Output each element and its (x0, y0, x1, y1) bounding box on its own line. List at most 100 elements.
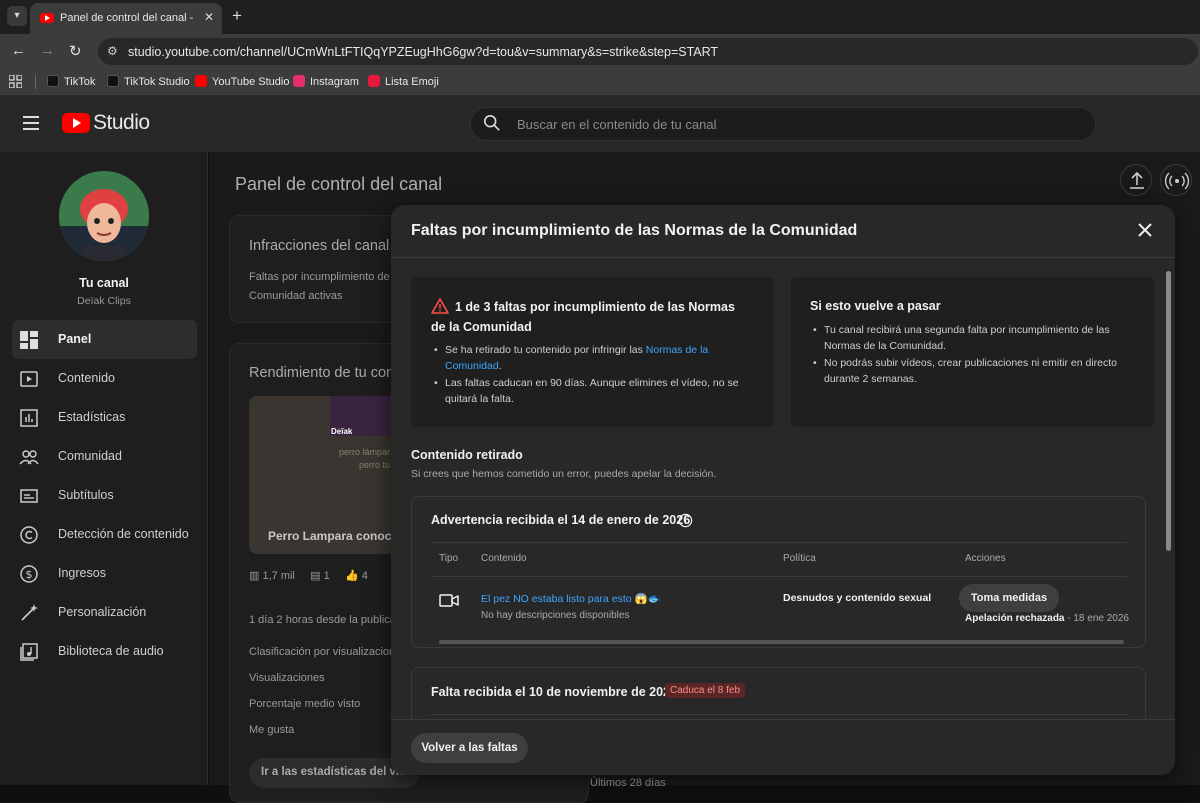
channel-title: Tu canal (79, 276, 129, 290)
consequence-bullet: Tu canal recibirá una segunda falta por … (810, 322, 1140, 354)
site-settings-icon[interactable]: ⚙ (107, 44, 118, 58)
strike-card-title: Falta recibida el 10 de noviembre de 202… (431, 685, 677, 699)
sidebar-item-label: Biblioteca de audio (58, 644, 164, 658)
comments-count: 1 (323, 570, 330, 582)
new-tab-button[interactable]: + (232, 6, 242, 26)
sidebar-item-label: Comunidad (58, 449, 122, 463)
column-header-content: Contenido (481, 553, 527, 564)
search-input[interactable]: Buscar en el contenido de tu canal (470, 107, 1096, 141)
reload-icon[interactable]: ↻ (69, 42, 82, 60)
sidebar-item-subtitulos[interactable]: Subtítulos (12, 476, 197, 515)
sidebar-item-label: Contenido (58, 371, 115, 385)
performance-title: Rendimiento de tu con (249, 365, 395, 381)
comments-icon: ▤ (310, 570, 321, 582)
dialog-scrollbar[interactable] (1166, 265, 1171, 715)
sidebar-item-estadisticas[interactable]: Estadísticas (12, 398, 197, 437)
earn-icon: $ (20, 565, 38, 583)
horizontal-scrollbar[interactable] (439, 640, 1124, 644)
bullet-text: Se ha retirado tu contenido por infringi… (445, 344, 646, 356)
forward-arrow-icon[interactable]: → (40, 42, 55, 59)
page-title: Panel de control del canal (235, 174, 443, 194)
url-text[interactable]: studio.youtube.com/channel/UCmWnLtFTIQqY… (128, 45, 718, 59)
tab-search-chevron-icon[interactable]: ▾ (7, 6, 27, 26)
sidebar-item-comunidad[interactable]: Comunidad (12, 437, 197, 476)
expiry-badge: Caduca el 8 feb (665, 683, 746, 698)
sidebar-item-personalizacion[interactable]: Personalización (12, 593, 197, 632)
column-header-actions: Acciones (965, 553, 1006, 564)
close-icon[interactable] (1135, 220, 1155, 240)
infractions-title: Infracciones del canal (249, 238, 390, 254)
appeal-date: - 18 ene 2026 (1064, 613, 1129, 624)
sidebar-item-label: Subtítulos (58, 488, 114, 502)
table-row: El pez NO estaba listo para esto 😱🐟 No h… (412, 577, 1145, 637)
sidebar-item-label: Personalización (58, 605, 147, 619)
customization-icon (21, 604, 38, 621)
bookmark-tiktok[interactable]: TikTok (47, 75, 95, 88)
appeal-status-label: Apelación rechazada (965, 613, 1065, 624)
go-live-button[interactable] (1160, 164, 1192, 196)
search-icon[interactable] (483, 114, 501, 132)
strike-count-text: 1 de 3 faltas por incumplimiento de las … (431, 300, 735, 334)
url-field[interactable]: ⚙ studio.youtube.com/channel/UCmWnLtFTIQ… (98, 38, 1198, 65)
warning-card-title: Advertencia recibida el 14 de enero de 2… (431, 513, 691, 527)
bookmark-instagram[interactable]: Instagram (293, 75, 359, 88)
column-header-policy: Política (783, 553, 816, 564)
instagram-icon (293, 75, 305, 87)
likes-icon: 👍 (345, 570, 359, 582)
bookmark-label: TikTok Studio (124, 76, 190, 88)
sidebar-item-contenido[interactable]: Contenido (12, 359, 197, 398)
channel-avatar[interactable] (59, 171, 149, 261)
removed-video-link[interactable]: El pez NO estaba listo para esto 😱🐟 (481, 592, 661, 605)
strike-bullet: Se ha retirado tu contenido por infringi… (431, 342, 741, 374)
dialog-title: Faltas por incumplimiento de las Normas … (411, 222, 858, 239)
stats-row-label: Clasificación por visualizacion (249, 646, 396, 658)
upload-button[interactable] (1120, 164, 1152, 196)
bookmarks-bar: TikTok TikTok Studio YouTube Studio Inst… (0, 68, 1200, 96)
stats-row-label: Me gusta (249, 724, 295, 736)
scrollbar-thumb[interactable] (1166, 271, 1171, 551)
subtitles-icon (20, 489, 38, 503)
stats-row-label: Porcentaje medio visto (249, 698, 361, 710)
apps-grid-icon[interactable] (9, 75, 22, 88)
browser-tab-bar: ▾ Panel de control del canal - YouTube S… (0, 0, 1200, 34)
tiktok-icon (47, 75, 59, 87)
community-icon (19, 450, 39, 465)
tiktok-icon (107, 75, 119, 87)
take-action-button[interactable]: Toma medidas (959, 584, 1059, 612)
warning-card: Advertencia recibida el 14 de enero de 2… (411, 496, 1146, 648)
browser-tab[interactable]: Panel de control del canal - YouTube Stu… (30, 3, 222, 34)
tab-close-icon[interactable]: ✕ (204, 10, 214, 24)
appeal-status: Apelación rechazada - 18 ene 2026 (965, 613, 1129, 624)
sidebar-item-label: Panel (58, 332, 92, 346)
info-icon[interactable] (678, 513, 693, 528)
upload-icon (1130, 171, 1144, 189)
consequences-bullets: Tu canal recibirá una segunda falta por … (810, 322, 1140, 388)
back-arrow-icon[interactable]: ← (11, 42, 26, 59)
consequences-box: Si esto vuelve a pasar Tu canal recibirá… (791, 277, 1154, 427)
bolt-icon (368, 75, 380, 87)
last-28-days: Últimos 28 días (590, 777, 666, 789)
sidebar-item-biblioteca[interactable]: Biblioteca de audio (12, 632, 197, 671)
sidebar-item-ingresos[interactable]: $ Ingresos (12, 554, 197, 593)
bookmark-lista-emoji[interactable]: Lista Emoji (368, 75, 439, 88)
sidebar-item-deteccion[interactable]: Detección de contenido (12, 515, 197, 554)
infractions-text: Faltas por incumplimiento de l (249, 271, 396, 283)
likes-count: 4 (361, 570, 368, 582)
audio-library-icon (20, 643, 38, 661)
dialog-footer: Volver a las faltas (391, 719, 1175, 775)
dialog-divider (391, 257, 1175, 258)
sidebar-item-panel[interactable]: Panel (12, 320, 197, 359)
studio-logo-text[interactable]: Studio (93, 111, 150, 135)
bookmark-tiktok-studio[interactable]: TikTok Studio (107, 75, 190, 88)
youtube-logo-icon[interactable] (62, 113, 90, 133)
video-thumbnail[interactable]: Deïak perro lámpar perro tu Perro Lampar… (249, 396, 399, 554)
menu-icon[interactable] (23, 116, 39, 130)
stats-row-label: Visualizaciones (249, 672, 325, 684)
bookmark-youtube-studio[interactable]: YouTube Studio (195, 75, 289, 88)
column-header-type: Tipo (439, 553, 459, 564)
video-title: Perro Lampara conoce (268, 529, 399, 543)
table-divider (431, 714, 1127, 715)
table-divider (431, 542, 1127, 543)
back-to-strikes-button[interactable]: Volver a las faltas (411, 733, 528, 763)
strike-info-box: 1 de 3 faltas por incumplimiento de las … (411, 277, 774, 427)
